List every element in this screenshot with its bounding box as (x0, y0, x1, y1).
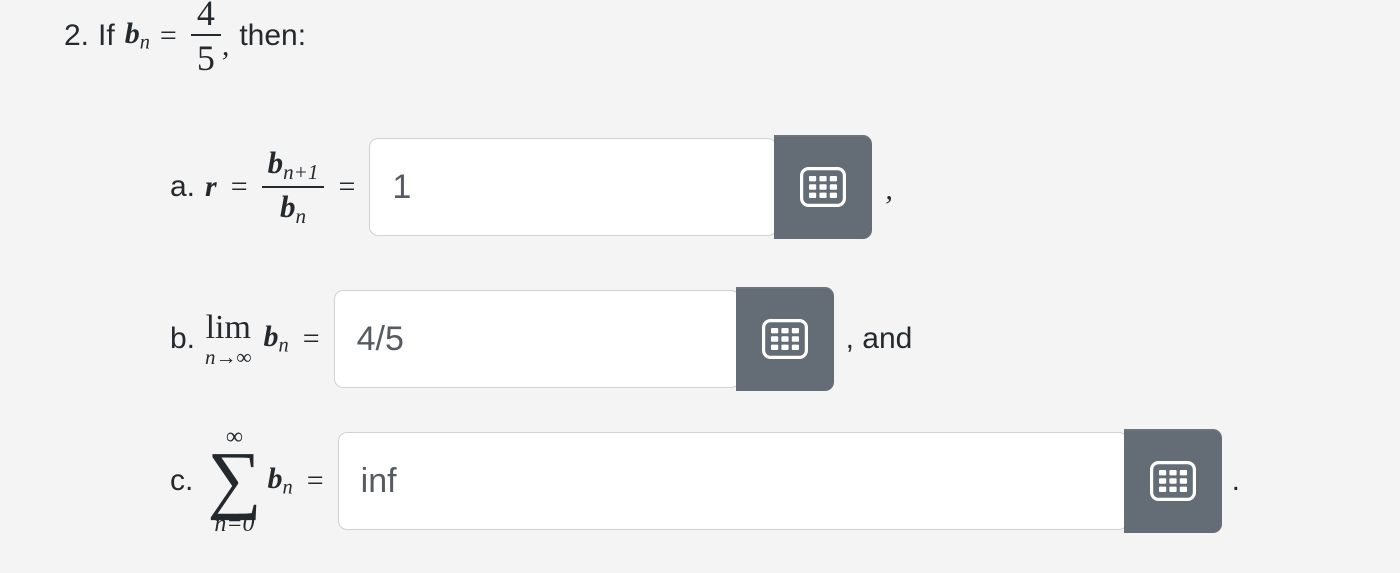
stem-fraction: 4 5 (190, 0, 221, 77)
keypad-grid-icon (761, 319, 808, 359)
part-b-row: b. lim n→∞ bn = 4/5 , and (170, 287, 912, 391)
part-a-row: a. r = bn+1 bn = 1 , (170, 135, 893, 239)
part-a-trailing-text: , (885, 173, 893, 206)
part-c-label: c. (170, 463, 194, 497)
part-b-trailing-text: , and (845, 322, 913, 355)
problem-number: 2. (64, 18, 90, 52)
part-b-answer-input[interactable]: 4/5 (333, 290, 740, 388)
part-b-limit-subscript: n→∞ (205, 344, 252, 369)
part-c-expression: bn (267, 461, 293, 499)
keypad-grid-icon (800, 167, 847, 207)
stem-then: then: (239, 18, 307, 52)
part-a-fraction: bn+1 bn (261, 145, 325, 227)
part-c-keypad-button[interactable] (1123, 428, 1222, 533)
part-b-limit-operator: lim n→∞ (205, 308, 252, 369)
part-b-expression: bn (263, 320, 289, 357)
part-a-equals: = (230, 170, 248, 203)
part-a-lhs: r (205, 170, 217, 203)
part-c-sum-lower-limit: n=0 (214, 511, 255, 538)
part-c-summation-operator: ∞ ∑ n=0 (207, 425, 261, 536)
part-b-keypad-button[interactable] (735, 287, 834, 391)
part-a-fraction-denominator: bn (261, 185, 325, 227)
part-a-answer-value: 1 (392, 168, 412, 206)
part-a-label: a. (170, 170, 196, 203)
part-b-answer-value: 4/5 (356, 320, 404, 358)
part-a-equals-2: = (338, 170, 356, 203)
part-a-answer-input[interactable]: 1 (369, 138, 778, 236)
part-c-answer-input[interactable]: inf (337, 431, 1128, 530)
stem-equals: = (159, 18, 177, 52)
part-a-fraction-numerator: bn+1 (267, 145, 319, 185)
part-b-label: b. (170, 322, 196, 355)
part-c-row: c. ∞ ∑ n=0 bn = inf . (170, 425, 1240, 536)
stem-sequence-symbol: bn (124, 16, 150, 54)
keypad-grid-icon (1149, 460, 1196, 501)
part-a-answer-widget: 1 (369, 135, 873, 239)
part-a-keypad-button[interactable] (774, 135, 873, 239)
part-c-answer-value: inf (360, 461, 397, 500)
part-b-limit-word: lim (205, 308, 251, 346)
part-c-trailing-text: . (1231, 463, 1240, 497)
part-c-answer-widget: inf (337, 428, 1222, 533)
part-c-equals: = (306, 463, 324, 497)
part-b-equals: = (302, 322, 320, 355)
stem-comma: , (221, 29, 230, 63)
problem-if-word: If (98, 18, 115, 52)
stem-fraction-denominator: 5 (190, 34, 221, 77)
problem-statement: 2. If bn = 4 5 , then: (64, 0, 306, 77)
part-b-answer-widget: 4/5 (333, 287, 834, 391)
stem-fraction-numerator: 4 (196, 0, 215, 33)
sigma-icon: ∑ (207, 437, 262, 521)
problem-page: 2. If bn = 4 5 , then: a. r = bn+1 bn = … (0, 0, 1400, 573)
